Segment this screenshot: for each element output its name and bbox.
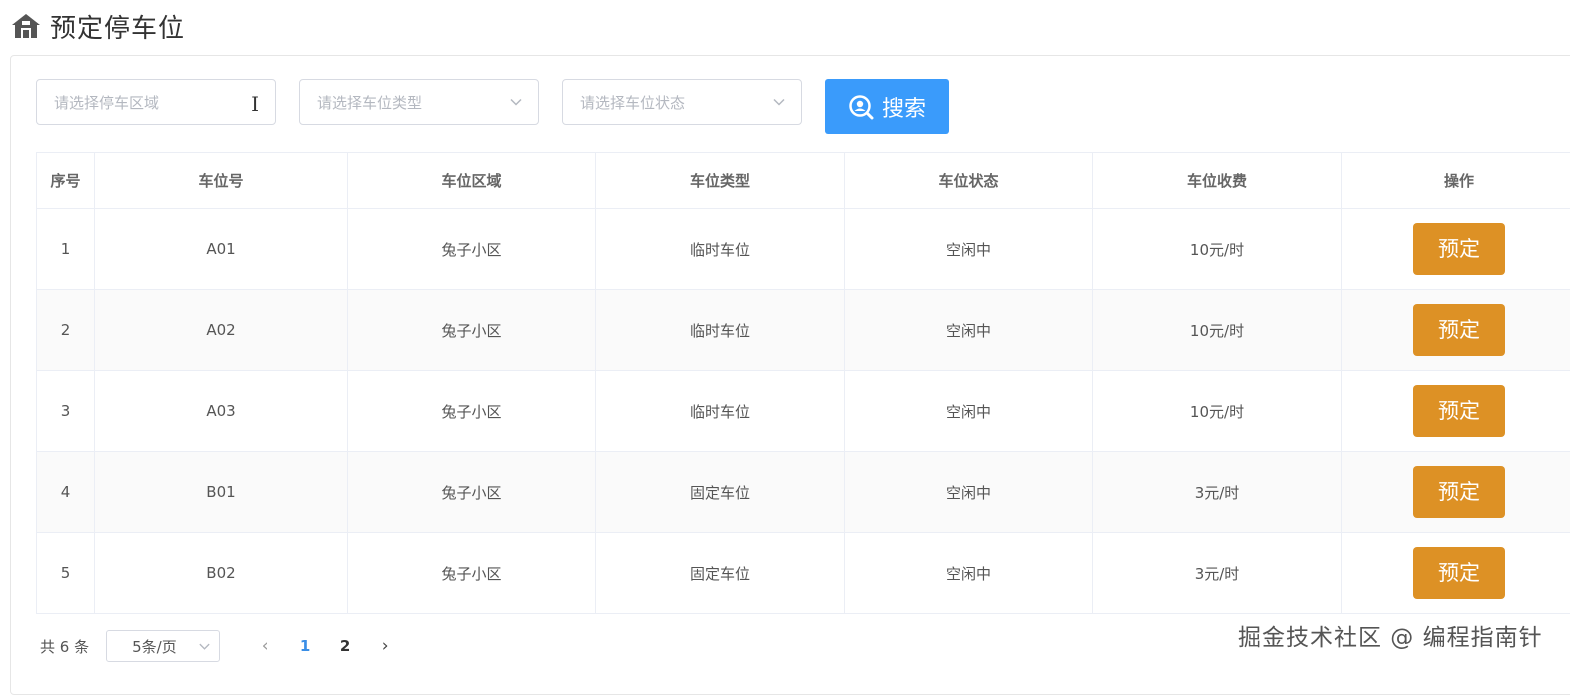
cell-index: 3 bbox=[37, 371, 95, 452]
page-size-select[interactable]: 5条/页 bbox=[106, 630, 220, 662]
cell-type: 临时车位 bbox=[596, 290, 845, 371]
chevron-down-icon bbox=[198, 640, 211, 653]
cell-status: 空闲中 bbox=[845, 209, 1093, 290]
spot-status-select[interactable]: 请选择车位状态 bbox=[562, 79, 802, 125]
cell-index: 5 bbox=[37, 533, 95, 614]
cell-fee: 10元/时 bbox=[1093, 371, 1342, 452]
pagination: 共 6 条 5条/页 ‹ 1 2 › bbox=[40, 630, 405, 662]
cell-fee: 10元/时 bbox=[1093, 209, 1342, 290]
cell-index: 2 bbox=[37, 290, 95, 371]
book-button[interactable]: 预定 bbox=[1413, 466, 1505, 518]
table-row: 2 A02 兔子小区 临时车位 空闲中 10元/时 预定 bbox=[37, 290, 1570, 371]
column-header-area: 车位区域 bbox=[348, 153, 596, 209]
page-header: 预定停车位 bbox=[10, 6, 185, 46]
page-title: 预定停车位 bbox=[50, 8, 185, 45]
book-button[interactable]: 预定 bbox=[1413, 304, 1505, 356]
chevron-down-icon bbox=[772, 95, 786, 109]
cell-index: 4 bbox=[37, 452, 95, 533]
cell-type: 固定车位 bbox=[596, 452, 845, 533]
search-icon bbox=[848, 94, 874, 120]
cell-status: 空闲中 bbox=[845, 452, 1093, 533]
column-header-action: 操作 bbox=[1342, 153, 1570, 209]
cell-status: 空闲中 bbox=[845, 371, 1093, 452]
cell-action: 预定 bbox=[1342, 452, 1570, 533]
parking-area-placeholder: 请选择停车区域 bbox=[54, 92, 159, 113]
cell-action: 预定 bbox=[1342, 209, 1570, 290]
table-header-row: 序号 车位号 车位区域 车位类型 车位状态 车位收费 操作 bbox=[37, 153, 1570, 209]
column-header-fee: 车位收费 bbox=[1093, 153, 1342, 209]
cell-action: 预定 bbox=[1342, 533, 1570, 614]
table-row: 1 A01 兔子小区 临时车位 空闲中 10元/时 预定 bbox=[37, 209, 1570, 290]
spot-status-placeholder: 请选择车位状态 bbox=[580, 92, 685, 113]
cell-spot: A02 bbox=[95, 290, 348, 371]
cell-area: 兔子小区 bbox=[348, 209, 596, 290]
parking-home-icon bbox=[10, 12, 42, 40]
cell-status: 空闲中 bbox=[845, 290, 1093, 371]
cell-status: 空闲中 bbox=[845, 533, 1093, 614]
cell-action: 预定 bbox=[1342, 290, 1570, 371]
cell-spot: A03 bbox=[95, 371, 348, 452]
page-number-2[interactable]: 2 bbox=[325, 637, 365, 655]
cell-index: 1 bbox=[37, 209, 95, 290]
cell-spot: A01 bbox=[95, 209, 348, 290]
cell-type: 固定车位 bbox=[596, 533, 845, 614]
table-row: 4 B01 兔子小区 固定车位 空闲中 3元/时 预定 bbox=[37, 452, 1570, 533]
table-row: 3 A03 兔子小区 临时车位 空闲中 10元/时 预定 bbox=[37, 371, 1570, 452]
prev-page-button[interactable]: ‹ bbox=[245, 636, 285, 656]
cell-area: 兔子小区 bbox=[348, 371, 596, 452]
cell-spot: B02 bbox=[95, 533, 348, 614]
parking-area-input[interactable]: 请选择停车区域 I bbox=[36, 79, 276, 125]
page-number-1[interactable]: 1 bbox=[285, 637, 325, 655]
parking-table: 序号 车位号 车位区域 车位类型 车位状态 车位收费 操作 1 A01 兔子小区… bbox=[36, 152, 1570, 614]
total-count: 共 6 条 bbox=[40, 636, 89, 657]
book-button[interactable]: 预定 bbox=[1413, 223, 1505, 275]
cell-action: 预定 bbox=[1342, 371, 1570, 452]
book-button[interactable]: 预定 bbox=[1413, 385, 1505, 437]
book-button[interactable]: 预定 bbox=[1413, 547, 1505, 599]
page-size-value: 5条/页 bbox=[132, 636, 177, 657]
cell-fee: 3元/时 bbox=[1093, 533, 1342, 614]
cell-spot: B01 bbox=[95, 452, 348, 533]
search-button-label: 搜索 bbox=[882, 91, 926, 123]
column-header-index: 序号 bbox=[37, 153, 95, 209]
cell-fee: 3元/时 bbox=[1093, 452, 1342, 533]
cell-area: 兔子小区 bbox=[348, 533, 596, 614]
cell-fee: 10元/时 bbox=[1093, 290, 1342, 371]
search-button[interactable]: 搜索 bbox=[825, 79, 949, 134]
chevron-down-icon bbox=[509, 95, 523, 109]
cell-type: 临时车位 bbox=[596, 371, 845, 452]
cell-area: 兔子小区 bbox=[348, 290, 596, 371]
text-cursor-icon: I bbox=[251, 92, 259, 116]
next-page-button[interactable]: › bbox=[365, 636, 405, 656]
column-header-status: 车位状态 bbox=[845, 153, 1093, 209]
cell-type: 临时车位 bbox=[596, 209, 845, 290]
spot-type-select[interactable]: 请选择车位类型 bbox=[299, 79, 539, 125]
column-header-spot: 车位号 bbox=[95, 153, 348, 209]
watermark: 掘金技术社区 @ 编程指南针 bbox=[1238, 618, 1543, 652]
table-row: 5 B02 兔子小区 固定车位 空闲中 3元/时 预定 bbox=[37, 533, 1570, 614]
column-header-type: 车位类型 bbox=[596, 153, 845, 209]
spot-type-placeholder: 请选择车位类型 bbox=[317, 92, 422, 113]
cell-area: 兔子小区 bbox=[348, 452, 596, 533]
